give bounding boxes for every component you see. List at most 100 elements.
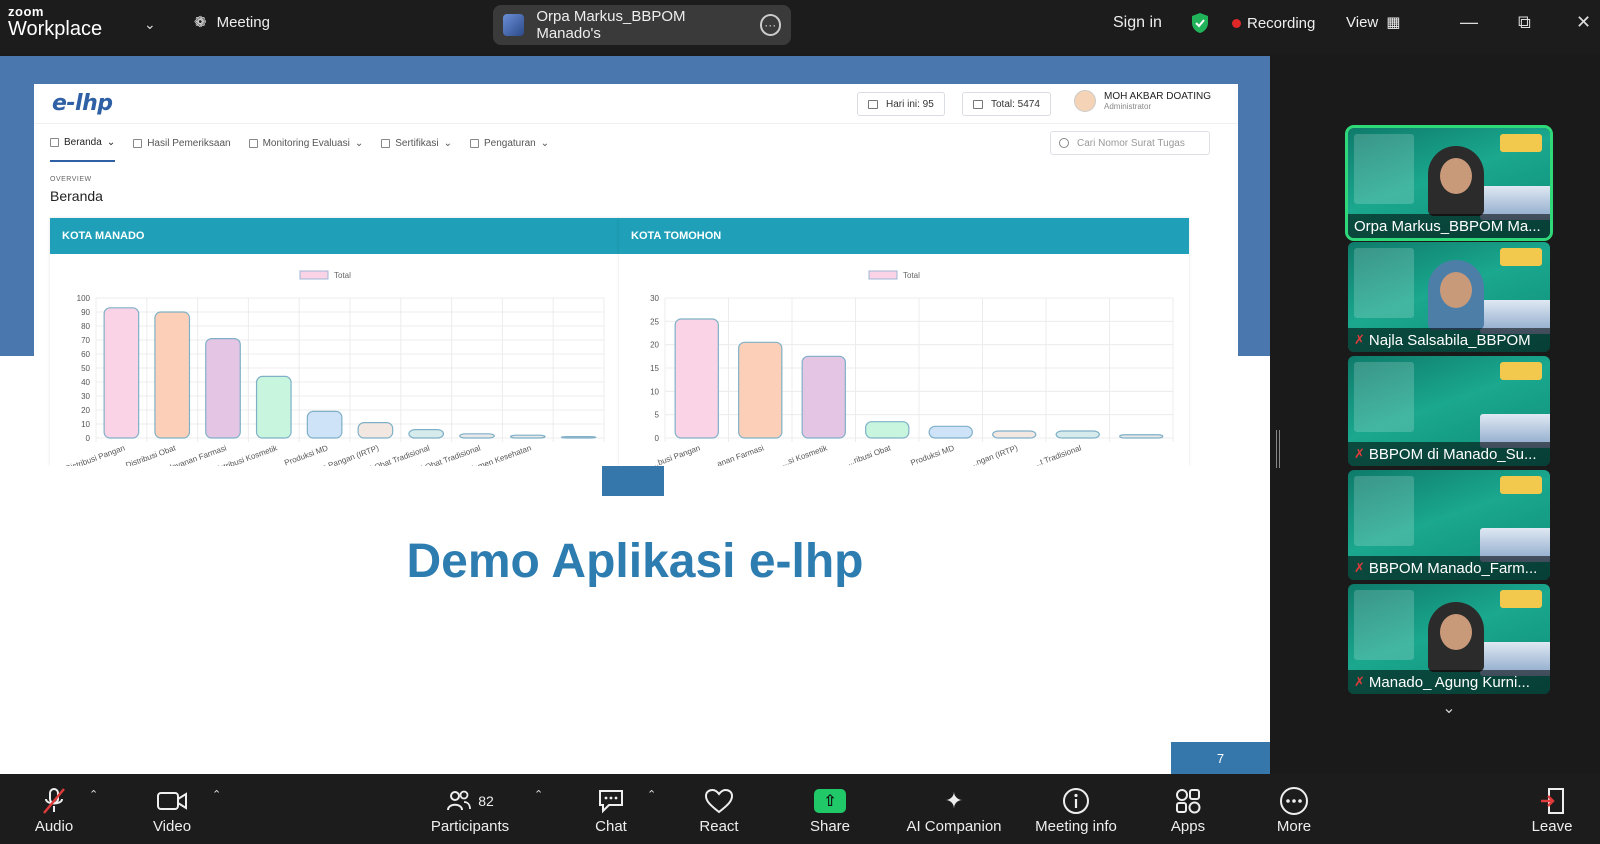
participant-tile[interactable]: ✗ BBPOM di Manado_Su...	[1348, 356, 1550, 466]
y-tick-label: 0	[655, 434, 660, 443]
y-tick-label: 60	[81, 350, 90, 359]
participant-tile[interactable]: ✗ Manado_ Agung Kurni...	[1348, 584, 1550, 694]
elhp-logo: e-lhp	[52, 91, 113, 116]
slide-title: Demo Aplikasi e-lhp	[406, 535, 864, 588]
more-options-icon[interactable]: ···	[759, 14, 781, 36]
close-icon[interactable]: ✕	[1576, 12, 1591, 33]
background-logo	[1500, 476, 1542, 494]
audio-options-caret[interactable]: ⌃	[89, 788, 98, 801]
nav-label: Monitoring Evaluasi	[262, 137, 350, 149]
mic-muted-icon: ✗	[1354, 332, 1365, 347]
background-panel	[1354, 590, 1414, 660]
bar	[205, 337, 241, 439]
participants-count: 82	[478, 793, 494, 809]
y-tick-label: 80	[81, 322, 90, 331]
recording-indicator[interactable]: Recording	[1232, 15, 1315, 32]
chat-icon	[591, 786, 631, 816]
participant-name-bar: Orpa Markus_BBPOM Ma...	[1348, 214, 1550, 238]
chat-options-caret[interactable]: ⌃	[647, 788, 656, 801]
y-tick-label: 20	[81, 406, 90, 415]
video-button[interactable]: Video	[148, 786, 196, 835]
audio-label: Audio	[34, 818, 74, 835]
y-tick-label: 10	[650, 387, 659, 396]
chat-label: Chat	[595, 818, 627, 835]
stat-today-text: Hari ini: 95	[886, 98, 934, 110]
y-tick-label: 30	[650, 294, 659, 303]
leave-button[interactable]: Leave	[1530, 786, 1574, 835]
x-tick-label: ...anan Farmasi	[710, 443, 766, 466]
participants-label: Participants	[430, 818, 510, 835]
participant-tile[interactable]: ✗ Najla Salsabila_BBPOM	[1348, 242, 1550, 352]
active-speaker-pill[interactable]: Orpa Markus_BBPOM Manado's ···	[493, 5, 791, 45]
participant-name: Najla Salsabila_BBPOM	[1368, 331, 1531, 349]
nav-hasil-pemeriksaan[interactable]: Hasil Pemeriksaan	[133, 124, 231, 162]
participant-video	[1428, 260, 1484, 330]
page-title: Beranda	[50, 188, 103, 204]
participant-name: BBPOM Manado_Farm...	[1368, 559, 1538, 577]
shield-check-icon[interactable]	[1190, 12, 1210, 34]
document-icon	[381, 138, 391, 148]
ai-companion-button[interactable]: ✦ AI Companion	[902, 786, 1006, 835]
chevron-down-icon[interactable]: ⌄	[144, 16, 156, 33]
speaker-avatar	[503, 14, 525, 36]
leave-door-icon	[1530, 786, 1574, 816]
view-label: View	[1346, 13, 1379, 31]
user-menu[interactable]: MOH AKBAR DOATING Administrator	[1074, 90, 1211, 112]
stat-total[interactable]: Total: 5474	[962, 92, 1051, 116]
participants-icon: 82	[428, 786, 512, 816]
document-icon	[248, 138, 258, 148]
background-panel	[1354, 476, 1414, 546]
background-logo	[1500, 248, 1542, 266]
slide-page-number: 7	[1171, 742, 1270, 774]
stat-today[interactable]: Hari ini: 95	[857, 92, 945, 116]
background-panel	[1354, 362, 1414, 432]
bar	[801, 355, 846, 439]
participants-options-caret[interactable]: ⌃	[534, 788, 543, 801]
share-button[interactable]: ⇧ Share	[808, 786, 852, 835]
chevron-down-icon: ⌄	[354, 137, 364, 149]
leave-label: Leave	[1531, 818, 1573, 835]
title-bar: zoom Workplace ⌄ ❁ Meeting Orpa Markus_B…	[0, 0, 1600, 54]
resize-handle[interactable]	[1276, 430, 1280, 468]
participant-tile[interactable]: ✗ BBPOM Manado_Farm...	[1348, 470, 1550, 580]
nav-monitoring-evaluasi[interactable]: Monitoring Evaluasi ⌄	[248, 124, 364, 162]
shared-screen: e-lhp Hari ini: 95 Total: 5474 MOH AKBAR…	[0, 56, 1270, 774]
nav-beranda[interactable]: Beranda ⌄	[50, 124, 116, 162]
avatar	[1074, 90, 1096, 112]
participant-tile[interactable]: Orpa Markus_BBPOM Ma...	[1345, 125, 1553, 241]
y-tick-label: 70	[81, 336, 90, 345]
background-logo	[1500, 362, 1542, 380]
minimize-icon[interactable]: —	[1460, 12, 1478, 33]
chevron-down-icon[interactable]: ⌄	[1348, 698, 1550, 718]
more-icon	[1272, 786, 1316, 816]
nav-sertifikasi[interactable]: Sertifikasi ⌄	[381, 124, 452, 162]
more-button[interactable]: More	[1272, 786, 1316, 835]
participant-name-bar: ✗ Manado_ Agung Kurni...	[1348, 670, 1550, 694]
bar	[560, 436, 597, 439]
layers-icon	[133, 138, 143, 148]
participant-face	[1440, 272, 1472, 308]
participant-video	[1428, 602, 1484, 672]
participants-button[interactable]: 82 Participants	[428, 786, 512, 835]
apps-label: Apps	[1170, 818, 1206, 835]
sign-in-link[interactable]: Sign in	[1113, 14, 1162, 32]
video-options-caret[interactable]: ⌃	[212, 788, 221, 801]
meeting-info-button[interactable]: Meeting info	[1028, 786, 1124, 835]
heart-icon	[697, 786, 741, 816]
share-label: Share	[809, 818, 851, 835]
audio-button[interactable]: Audio	[30, 786, 78, 835]
meeting-button[interactable]: ❁ Meeting	[194, 13, 270, 32]
background-logo	[1500, 134, 1542, 152]
y-tick-label: 100	[77, 294, 91, 303]
apps-button[interactable]: Apps	[1166, 786, 1210, 835]
chat-button[interactable]: Chat	[591, 786, 631, 835]
x-tick-label: Produksi MD	[909, 443, 955, 466]
search-placeholder: Cari Nomor Surat Tugas	[1077, 137, 1185, 149]
react-button[interactable]: React	[697, 786, 741, 835]
participant-face	[1440, 614, 1472, 650]
nav-pengaturan[interactable]: Pengaturan ⌄	[469, 124, 549, 162]
search-input[interactable]: Cari Nomor Surat Tugas	[1050, 131, 1210, 155]
view-button[interactable]: View ▦	[1346, 13, 1400, 32]
y-tick-label: 30	[81, 392, 90, 401]
restore-icon[interactable]: ⧉	[1518, 12, 1531, 33]
